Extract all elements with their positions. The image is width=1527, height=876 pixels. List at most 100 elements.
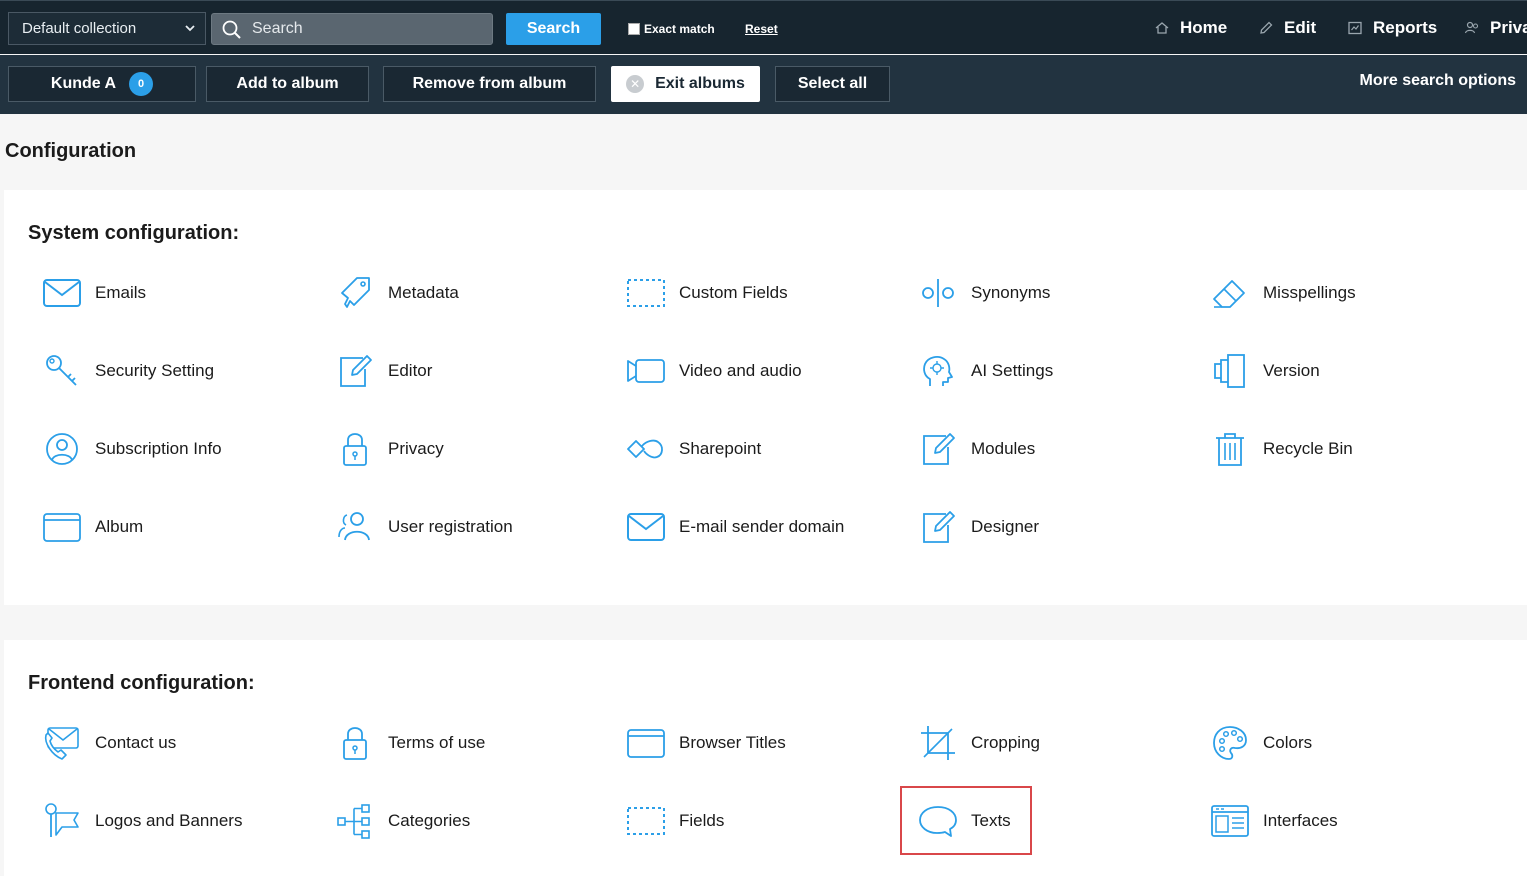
config-item-label: Terms of use [388,733,486,752]
config-item-label: Recycle Bin [1263,439,1353,458]
frontend-configuration-title: Frontend configuration: [28,672,255,694]
search-placeholder: Search [252,20,303,37]
config-item-label: User registration [388,517,513,536]
config-item-contact-us[interactable]: Contact us [42,721,176,765]
config-item-label: Emails [95,283,147,302]
config-item-label: Fields [679,811,725,830]
lock-icon [335,429,375,469]
edit-box-icon [918,429,958,469]
config-item-designer[interactable]: Designer [918,505,1039,549]
config-item-album[interactable]: Album [42,505,143,549]
album-selector[interactable]: Kunde A 0 [8,66,196,102]
nav-privacy[interactable]: Priva [1464,1,1527,55]
config-item-label: Interfaces [1263,811,1338,830]
system-configuration-title: System configuration: [28,222,240,244]
config-item-label: E-mail sender domain [679,517,845,536]
config-item-label: Cropping [971,733,1040,752]
contact-phone-icon [42,723,82,763]
pencil-icon [1260,21,1273,34]
more-search-options-link[interactable]: More search options [1360,72,1516,90]
close-circle-icon: ✕ [626,75,645,93]
config-item-user-registration[interactable]: User registration [335,505,513,549]
config-item-cropping[interactable]: Cropping [918,721,1040,765]
config-item-metadata[interactable]: Metadata [335,271,459,315]
nav-edit[interactable]: Edit [1258,1,1316,55]
config-item-label: Subscription Info [95,439,222,458]
edit-box-icon [918,507,958,547]
config-item-video-audio[interactable]: Video and audio [626,349,802,393]
album-toolbar: Kunde A 0 Add to album Remove from album… [0,55,1527,114]
hierarchy-icon [335,801,375,841]
tag-icon [335,273,375,313]
top-bar: Default collection Search Search Exact m… [0,0,1527,54]
config-item-categories[interactable]: Categories [335,799,470,843]
config-item-recycle-bin[interactable]: Recycle Bin [1210,427,1353,471]
search-icon [222,20,241,39]
config-item-email-sender-domain[interactable]: E-mail sender domain [626,505,844,549]
exact-match-label: Exact match [644,22,715,36]
config-item-logos-banners[interactable]: Logos and Banners [42,799,242,843]
config-item-label: Designer [971,517,1040,536]
users-icon [335,507,375,547]
config-item-synonyms[interactable]: Synonyms [918,271,1050,315]
config-item-security-setting[interactable]: Security Setting [42,349,214,393]
config-item-subscription-info[interactable]: Subscription Info [42,427,222,471]
config-item-ai-settings[interactable]: AI Settings [918,349,1053,393]
ai-head-icon [918,351,958,391]
page-title: Configuration [5,140,137,162]
config-item-label: Version [1263,361,1320,380]
search-input[interactable]: Search [211,13,493,45]
config-item-privacy[interactable]: Privacy [335,427,444,471]
config-item-label: Logos and Banners [95,811,243,830]
config-item-terms-of-use[interactable]: Terms of use [335,721,485,765]
envelope-icon [626,507,666,547]
collection-select[interactable]: Default collection [8,12,206,45]
config-item-custom-fields[interactable]: Custom Fields [626,271,788,315]
checkbox-box[interactable] [628,23,640,35]
exit-albums-label: Exit albums [655,75,745,92]
config-item-label: Synonyms [971,283,1051,302]
config-item-emails[interactable]: Emails [42,271,146,315]
nav-home[interactable]: Home [1154,1,1227,55]
chevron-down-icon [184,13,196,56]
config-item-browser-titles[interactable]: Browser Titles [626,721,786,765]
synonyms-icon [918,273,958,313]
exact-match-checkbox[interactable]: Exact match [628,21,715,37]
eraser-icon [1210,273,1250,313]
nav-reports-label: Reports [1373,18,1438,37]
config-item-label: Album [95,517,144,536]
window-icon [626,723,666,763]
interface-icon [1210,801,1250,841]
config-item-label: Browser Titles [679,733,786,752]
select-all-button[interactable]: Select all [775,66,890,102]
envelope-icon [42,273,82,313]
config-item-editor[interactable]: Editor [335,349,432,393]
remove-from-album-button[interactable]: Remove from album [383,66,596,102]
config-item-modules[interactable]: Modules [918,427,1035,471]
nav-privacy-label: Priva [1490,18,1527,37]
config-item-fields[interactable]: Fields [626,799,724,843]
config-item-interfaces[interactable]: Interfaces [1210,799,1338,843]
config-item-colors[interactable]: Colors [1210,721,1312,765]
key-icon [42,351,82,391]
nav-reports[interactable]: Reports [1347,1,1437,55]
album-count-badge: 0 [129,72,154,96]
reset-link[interactable]: Reset [745,22,778,36]
config-item-label: Sharepoint [679,439,762,458]
config-item-label: Colors [1263,733,1313,752]
add-to-album-button[interactable]: Add to album [206,66,369,102]
search-button[interactable]: Search [506,13,601,45]
config-item-misspellings[interactable]: Misspellings [1210,271,1356,315]
config-item-label: Custom Fields [679,283,788,302]
config-item-label: Misspellings [1263,283,1356,302]
config-item-sharepoint[interactable]: Sharepoint [626,427,761,471]
lock-icon [335,723,375,763]
config-item-version[interactable]: Version [1210,349,1320,393]
edit-box-icon [335,351,375,391]
nav-home-label: Home [1180,18,1228,37]
config-item-label: AI Settings [971,361,1054,380]
exit-albums-button[interactable]: ✕ Exit albums [611,66,760,102]
home-icon [1155,22,1169,34]
logos-banners-icon [42,801,82,841]
palette-icon [1210,723,1250,763]
